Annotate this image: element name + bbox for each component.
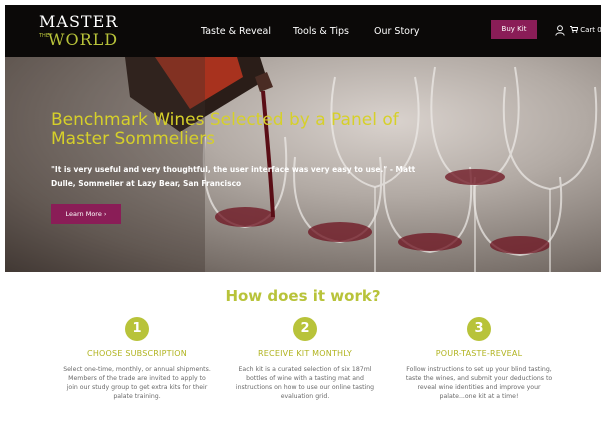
cart-link[interactable]: Cart 0: [570, 26, 601, 34]
step-number-badge: 2: [293, 317, 317, 341]
step-description: Select one-time, monthly, or annual ship…: [63, 366, 211, 400]
cart-label: Cart 0: [580, 26, 601, 34]
step-description: Each kit is a curated selection of six 1…: [235, 366, 375, 400]
nav-our-story[interactable]: Our Story: [374, 26, 420, 37]
step-pour-taste-reveal: 3 POUR-TASTE-REVEAL Follow instructions …: [404, 317, 554, 401]
hero-banner: Benchmark Wines Selected by a Panel of M…: [5, 57, 601, 272]
step-title: POUR-TASTE-REVEAL: [435, 349, 523, 358]
hero-testimonial: "It is very useful and very thoughtful, …: [51, 165, 416, 188]
nav-tools-tips[interactable]: Tools & Tips: [293, 26, 349, 37]
step-description: Follow instructions to set up your blind…: [405, 366, 553, 400]
user-icon[interactable]: [555, 25, 565, 36]
step-number-badge: 1: [125, 317, 149, 341]
logo-line-master: MASTER: [39, 12, 119, 31]
logo-the: THE: [39, 33, 49, 39]
logo-line-world: WORLD: [48, 30, 119, 49]
page: MASTER THE WORLD Taste & Reveal Tools & …: [5, 5, 601, 423]
how-it-works-heading: How does it work?: [225, 287, 381, 305]
step-number-badge: 3: [467, 317, 491, 341]
hero-title: Benchmark Wines Selected by a Panel of M…: [51, 110, 399, 149]
logo[interactable]: MASTER THE WORLD: [39, 14, 118, 49]
learn-more-button[interactable]: Learn More ›: [51, 204, 121, 224]
nav-taste-reveal[interactable]: Taste & Reveal: [201, 26, 271, 37]
step-title: CHOOSE SUBSCRIPTION: [87, 349, 187, 358]
carousel-dots: [291, 266, 319, 272]
step-title: RECEIVE KIT MONTHLY: [258, 349, 352, 358]
step-receive-kit: 2 RECEIVE KIT MONTHLY Each kit is a cura…: [230, 317, 380, 401]
step-choose-subscription: 1 CHOOSE SUBSCRIPTION Select one-time, m…: [62, 317, 212, 401]
cart-icon: [570, 26, 579, 33]
buy-kit-button[interactable]: Buy Kit: [491, 20, 537, 39]
site-header: MASTER THE WORLD Taste & Reveal Tools & …: [5, 5, 601, 57]
